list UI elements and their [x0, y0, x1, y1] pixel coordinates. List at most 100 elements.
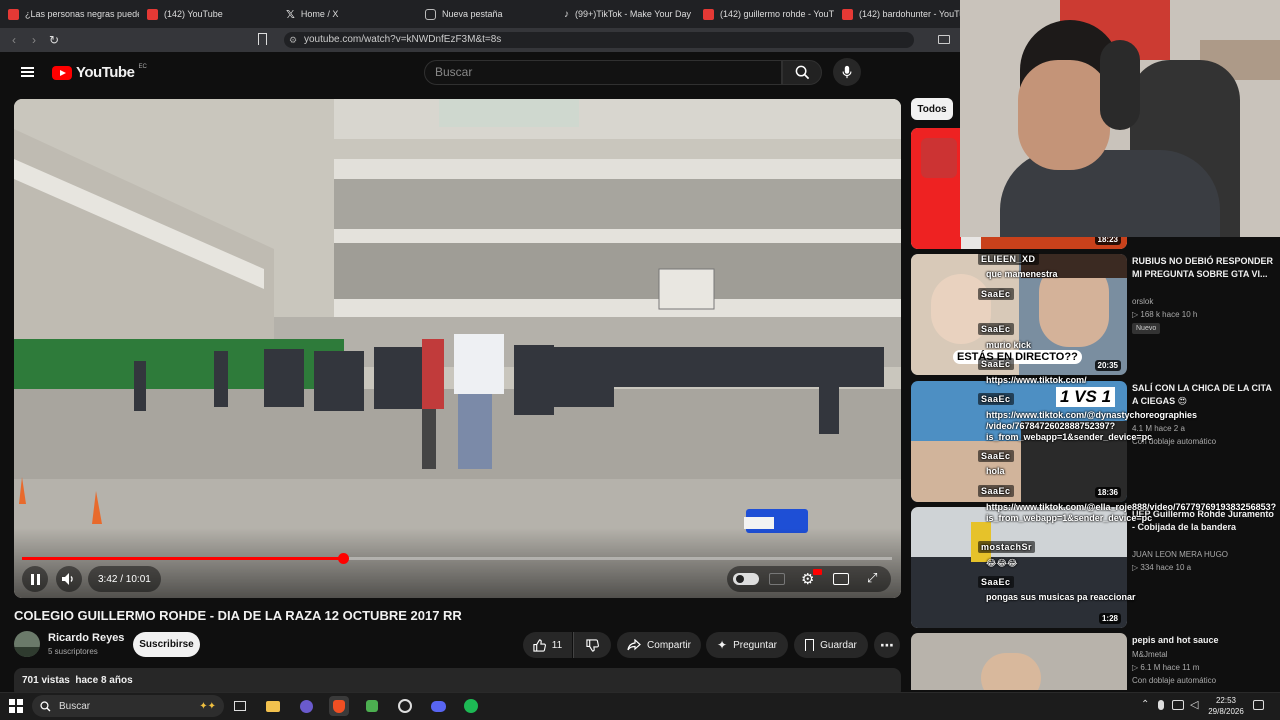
recommendation-thumbnail[interactable]: 1 VS 1 18:36 — [911, 381, 1127, 502]
share-icon — [627, 639, 641, 651]
browser-tab[interactable]: (142) bardohunter - YouTub — [834, 0, 973, 28]
notification-icon[interactable] — [1253, 700, 1264, 710]
task-view-icon[interactable] — [230, 696, 250, 716]
recommendation-meta: ▷ 334 hace 10 a — [1132, 563, 1192, 572]
filter-chip-all[interactable]: Todos — [911, 98, 953, 120]
mic-tray-icon[interactable] — [1158, 700, 1164, 710]
reload-icon[interactable]: ↻ — [44, 33, 64, 47]
recommendation-thumbnail[interactable] — [911, 633, 1127, 690]
browser-tab[interactable]: (142) guillermo rohde - YouTu — [695, 0, 834, 28]
miniplayer-icon[interactable] — [833, 573, 849, 585]
x-icon: 𝕏 — [286, 8, 295, 21]
back-icon[interactable]: ‹ — [4, 33, 24, 47]
mic-icon — [842, 65, 852, 79]
brave-browser-icon[interactable] — [329, 696, 349, 716]
webcam-overlay — [960, 0, 1280, 237]
like-button[interactable]: 11 — [523, 632, 572, 658]
fullscreen-icon[interactable]: ⤢ — [867, 570, 877, 586]
bookmark-icon[interactable] — [258, 33, 267, 45]
more-actions-button[interactable]: ⋯ — [874, 632, 900, 658]
recommendation-channel[interactable]: orslok — [1132, 297, 1153, 306]
file-explorer-icon[interactable] — [263, 696, 283, 716]
app-icon[interactable] — [362, 696, 382, 716]
browser-tab[interactable]: ♪ (99+)TikTok - Make Your Day — [556, 0, 695, 28]
tray-clock[interactable]: 22:53 29/8/2026 — [1204, 695, 1248, 717]
video-player[interactable]: 3:42 / 10:01 ⚙ ⤢ — [14, 99, 901, 598]
pause-button[interactable] — [22, 566, 48, 592]
new-badge: Nuevo — [1132, 323, 1161, 334]
youtube-icon — [703, 8, 714, 20]
recommendation-title[interactable]: UEP Guillermo Rohde Juramento - Cobijada… — [1132, 508, 1274, 534]
youtube-icon — [842, 8, 853, 20]
dislike-button[interactable] — [573, 632, 611, 658]
recommendation-thumbnail[interactable]: ESTÁS EN DIRECTO?? 20:35 — [911, 254, 1127, 375]
recommendation-channel[interactable]: M&Jmetal — [1132, 650, 1168, 659]
thumb-down-icon — [586, 638, 599, 652]
forward-icon[interactable]: › — [24, 33, 44, 47]
hd-badge — [813, 569, 822, 575]
windows-icon — [9, 699, 23, 713]
address-bar-row: ‹ › ↻ ⚙ youtube.com/watch?v=kNWDnfEzF3M&… — [0, 28, 960, 52]
network-icon[interactable] — [1172, 700, 1184, 710]
progress-scrubber[interactable] — [338, 553, 350, 564]
search-highlight-icon: ✦✦ — [199, 700, 216, 712]
recommendation-meta: ▷ 168 k hace 10 h — [1132, 310, 1198, 319]
youtube-play-icon — [52, 65, 72, 80]
thumb-up-icon — [533, 638, 546, 652]
browser-tab[interactable]: ¿Las personas negras pueden — [0, 0, 139, 28]
recommendation-thumbnail[interactable]: 1:28 — [911, 507, 1127, 628]
speaker-icon[interactable]: ◁ — [1190, 698, 1198, 711]
recommendation-title[interactable]: pepis and hot sauce — [1132, 634, 1274, 647]
recommendation-badge: Con doblaje automático — [1132, 676, 1217, 685]
recommendation-meta: 4.1 M hace 2 a — [1132, 424, 1185, 433]
discord-icon[interactable] — [428, 696, 448, 716]
search-icon — [795, 65, 809, 80]
volume-icon — [62, 573, 73, 585]
save-button[interactable]: Guardar — [794, 632, 868, 658]
video-frame — [14, 99, 901, 598]
search-input[interactable]: Buscar — [424, 60, 782, 85]
app-icon[interactable] — [296, 696, 316, 716]
tiktok-icon: ♪ — [564, 8, 569, 20]
youtube-icon — [8, 8, 19, 20]
voice-search-button[interactable] — [833, 58, 861, 86]
channel-name[interactable]: Ricardo Reyes — [48, 632, 124, 644]
cast-icon[interactable] — [938, 35, 950, 44]
brave-icon — [425, 8, 436, 20]
youtube-icon — [147, 8, 158, 20]
browser-tab[interactable]: (142) YouTube — [139, 0, 278, 28]
recommendation-title[interactable]: SALÍ CON LA CHICA DE LA CITA A CIEGAS 😍 — [1132, 382, 1274, 408]
taskbar-search[interactable]: Buscar ✦✦ — [32, 695, 224, 717]
recommendation-meta: ▷ 6.1 M hace 11 m — [1132, 663, 1200, 672]
more-icon: ⋯ — [880, 636, 894, 653]
subscribe-button[interactable]: Suscribirse — [133, 632, 200, 657]
volume-button[interactable] — [56, 566, 82, 592]
progress-fill — [22, 557, 344, 560]
windows-start-button[interactable] — [6, 696, 26, 716]
recommendation-badge: Con doblaje automático — [1132, 437, 1217, 446]
recommendation-channel[interactable]: JUAN LEON MERA HUGO — [1132, 550, 1228, 559]
subscriber-count: 5 suscriptores — [48, 647, 98, 656]
save-icon — [805, 639, 815, 651]
time-display: 3:42 / 10:01 — [88, 566, 161, 592]
youtube-logo[interactable]: YouTube EC — [52, 64, 147, 81]
ask-button[interactable]: ✦ Preguntar — [706, 632, 788, 658]
obs-icon[interactable] — [395, 696, 415, 716]
site-settings-icon[interactable]: ⚙ — [289, 32, 297, 48]
channel-avatar[interactable] — [14, 631, 40, 657]
progress-track[interactable] — [22, 553, 892, 564]
search-button[interactable] — [782, 60, 822, 85]
share-button[interactable]: Compartir — [617, 632, 701, 658]
subtitles-icon[interactable] — [769, 573, 785, 585]
recommendation-title[interactable]: RUBIUS NO DEBIÓ RESPONDER MI PREGUNTA SO… — [1132, 255, 1274, 281]
tray-chevron-icon[interactable]: ⌃ — [1141, 699, 1149, 710]
menu-icon[interactable] — [21, 67, 34, 77]
browser-tab[interactable]: 𝕏 Home / X — [278, 0, 417, 28]
autoplay-toggle[interactable] — [733, 573, 759, 585]
spotify-icon[interactable] — [461, 696, 481, 716]
sparkle-icon: ✦ — [717, 638, 728, 652]
browser-tab[interactable]: Nueva pestaña — [417, 0, 556, 28]
right-controls: ⚙ ⤢ — [727, 566, 891, 592]
url-field[interactable]: ⚙ youtube.com/watch?v=kNWDnfEzF3M&t=8s — [284, 32, 914, 48]
video-title: COLEGIO GUILLERMO ROHDE - DIA DE LA RAZA… — [14, 608, 462, 623]
